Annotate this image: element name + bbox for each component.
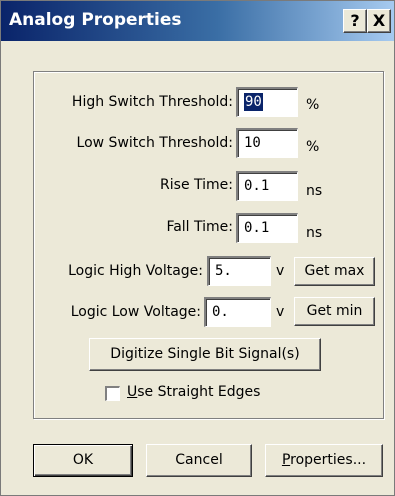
low-switch-threshold-label: Low Switch Threshold:	[76, 135, 233, 151]
rise-time-unit: ns	[306, 183, 323, 199]
use-straight-edges-label-rest: se Straight Edges	[137, 384, 261, 400]
close-button[interactable]: X	[367, 9, 391, 33]
logic-low-voltage-input[interactable]: 0.	[204, 297, 271, 327]
high-switch-threshold-value: 90	[244, 93, 263, 111]
logic-high-voltage-value: 5.	[215, 263, 232, 279]
properties-mnemonic: P	[281, 452, 291, 468]
logic-low-voltage-value: 0.	[212, 304, 229, 320]
fall-time-input[interactable]: 0.1	[236, 213, 298, 243]
cancel-button[interactable]: Cancel	[146, 444, 252, 477]
high-switch-threshold-input[interactable]: 90	[236, 87, 298, 117]
help-button[interactable]: ?	[343, 9, 367, 33]
logic-low-voltage-unit: v	[276, 304, 285, 320]
logic-high-voltage-label: Logic High Voltage:	[68, 263, 203, 279]
window-title: Analog Properties	[9, 10, 182, 30]
analog-properties-dialog: Analog Properties ? X High Switch Thresh…	[0, 0, 395, 496]
logic-high-voltage-input[interactable]: 5.	[207, 256, 271, 286]
use-straight-edges-checkbox[interactable]	[105, 386, 120, 401]
logic-high-voltage-unit: v	[276, 263, 285, 279]
use-straight-edges-label[interactable]: Use Straight Edges	[127, 384, 260, 400]
get-min-button[interactable]: Get min	[294, 297, 375, 326]
fall-time-value: 0.1	[244, 220, 270, 236]
high-switch-threshold-label: High Switch Threshold:	[71, 94, 233, 110]
fall-time-label: Fall Time:	[166, 219, 233, 235]
logic-low-voltage-label: Logic Low Voltage:	[70, 304, 201, 320]
low-switch-threshold-unit: %	[306, 139, 320, 155]
rise-time-value: 0.1	[244, 178, 270, 194]
properties-button[interactable]: Properties...	[265, 444, 383, 477]
rise-time-input[interactable]: 0.1	[236, 171, 298, 201]
fall-time-unit: ns	[306, 225, 323, 241]
high-switch-threshold-unit: %	[306, 97, 320, 113]
use-straight-edges-mnemonic: U	[127, 384, 138, 400]
low-switch-threshold-value: 10	[244, 135, 261, 151]
digitize-single-bit-button[interactable]: Digitize Single Bit Signal(s)	[89, 338, 321, 371]
low-switch-threshold-input[interactable]: 10	[236, 128, 298, 158]
get-max-button[interactable]: Get max	[294, 257, 375, 286]
title-bar: Analog Properties ? X	[1, 1, 394, 41]
properties-label-rest: roperties...	[290, 452, 367, 468]
ok-button[interactable]: OK	[33, 444, 133, 477]
rise-time-label: Rise Time:	[160, 177, 233, 193]
